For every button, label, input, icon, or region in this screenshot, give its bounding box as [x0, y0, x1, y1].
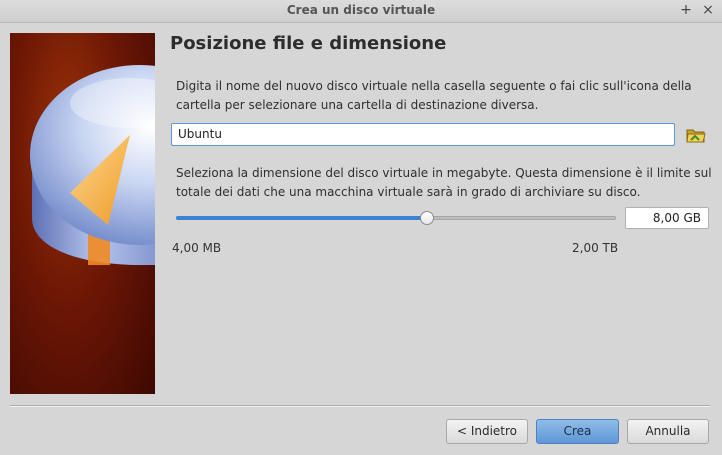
folder-icon — [686, 129, 706, 143]
window-titlebar: Crea un disco virtuale + × — [0, 0, 722, 23]
size-input[interactable]: 8,00 GB — [625, 207, 709, 229]
disk-name-input[interactable]: Ubuntu — [171, 123, 675, 146]
page-title: Posizione file e dimensione — [170, 33, 447, 54]
slider-fill — [176, 216, 427, 220]
disk-graphic — [30, 65, 155, 265]
size-slider[interactable] — [176, 210, 616, 226]
size-min-label: 4,00 MB — [172, 241, 222, 255]
size-description: Seleziona la dimensione del disco virtua… — [176, 166, 712, 199]
maximize-icon[interactable]: + — [678, 2, 694, 18]
cancel-button[interactable]: Annulla — [627, 419, 709, 444]
location-description: Digita il nome del nuovo disco virtuale … — [176, 79, 692, 112]
button-separator — [10, 405, 710, 407]
slider-handle[interactable] — [420, 211, 434, 225]
size-max-label: 2,00 TB — [572, 241, 619, 255]
close-icon[interactable]: × — [700, 2, 716, 18]
create-button[interactable]: Crea — [536, 419, 619, 444]
window-title: Crea un disco virtuale — [286, 3, 436, 17]
choose-folder-button[interactable] — [685, 125, 707, 147]
back-button[interactable]: < Indietro — [446, 419, 528, 444]
wizard-banner-image — [10, 33, 155, 394]
